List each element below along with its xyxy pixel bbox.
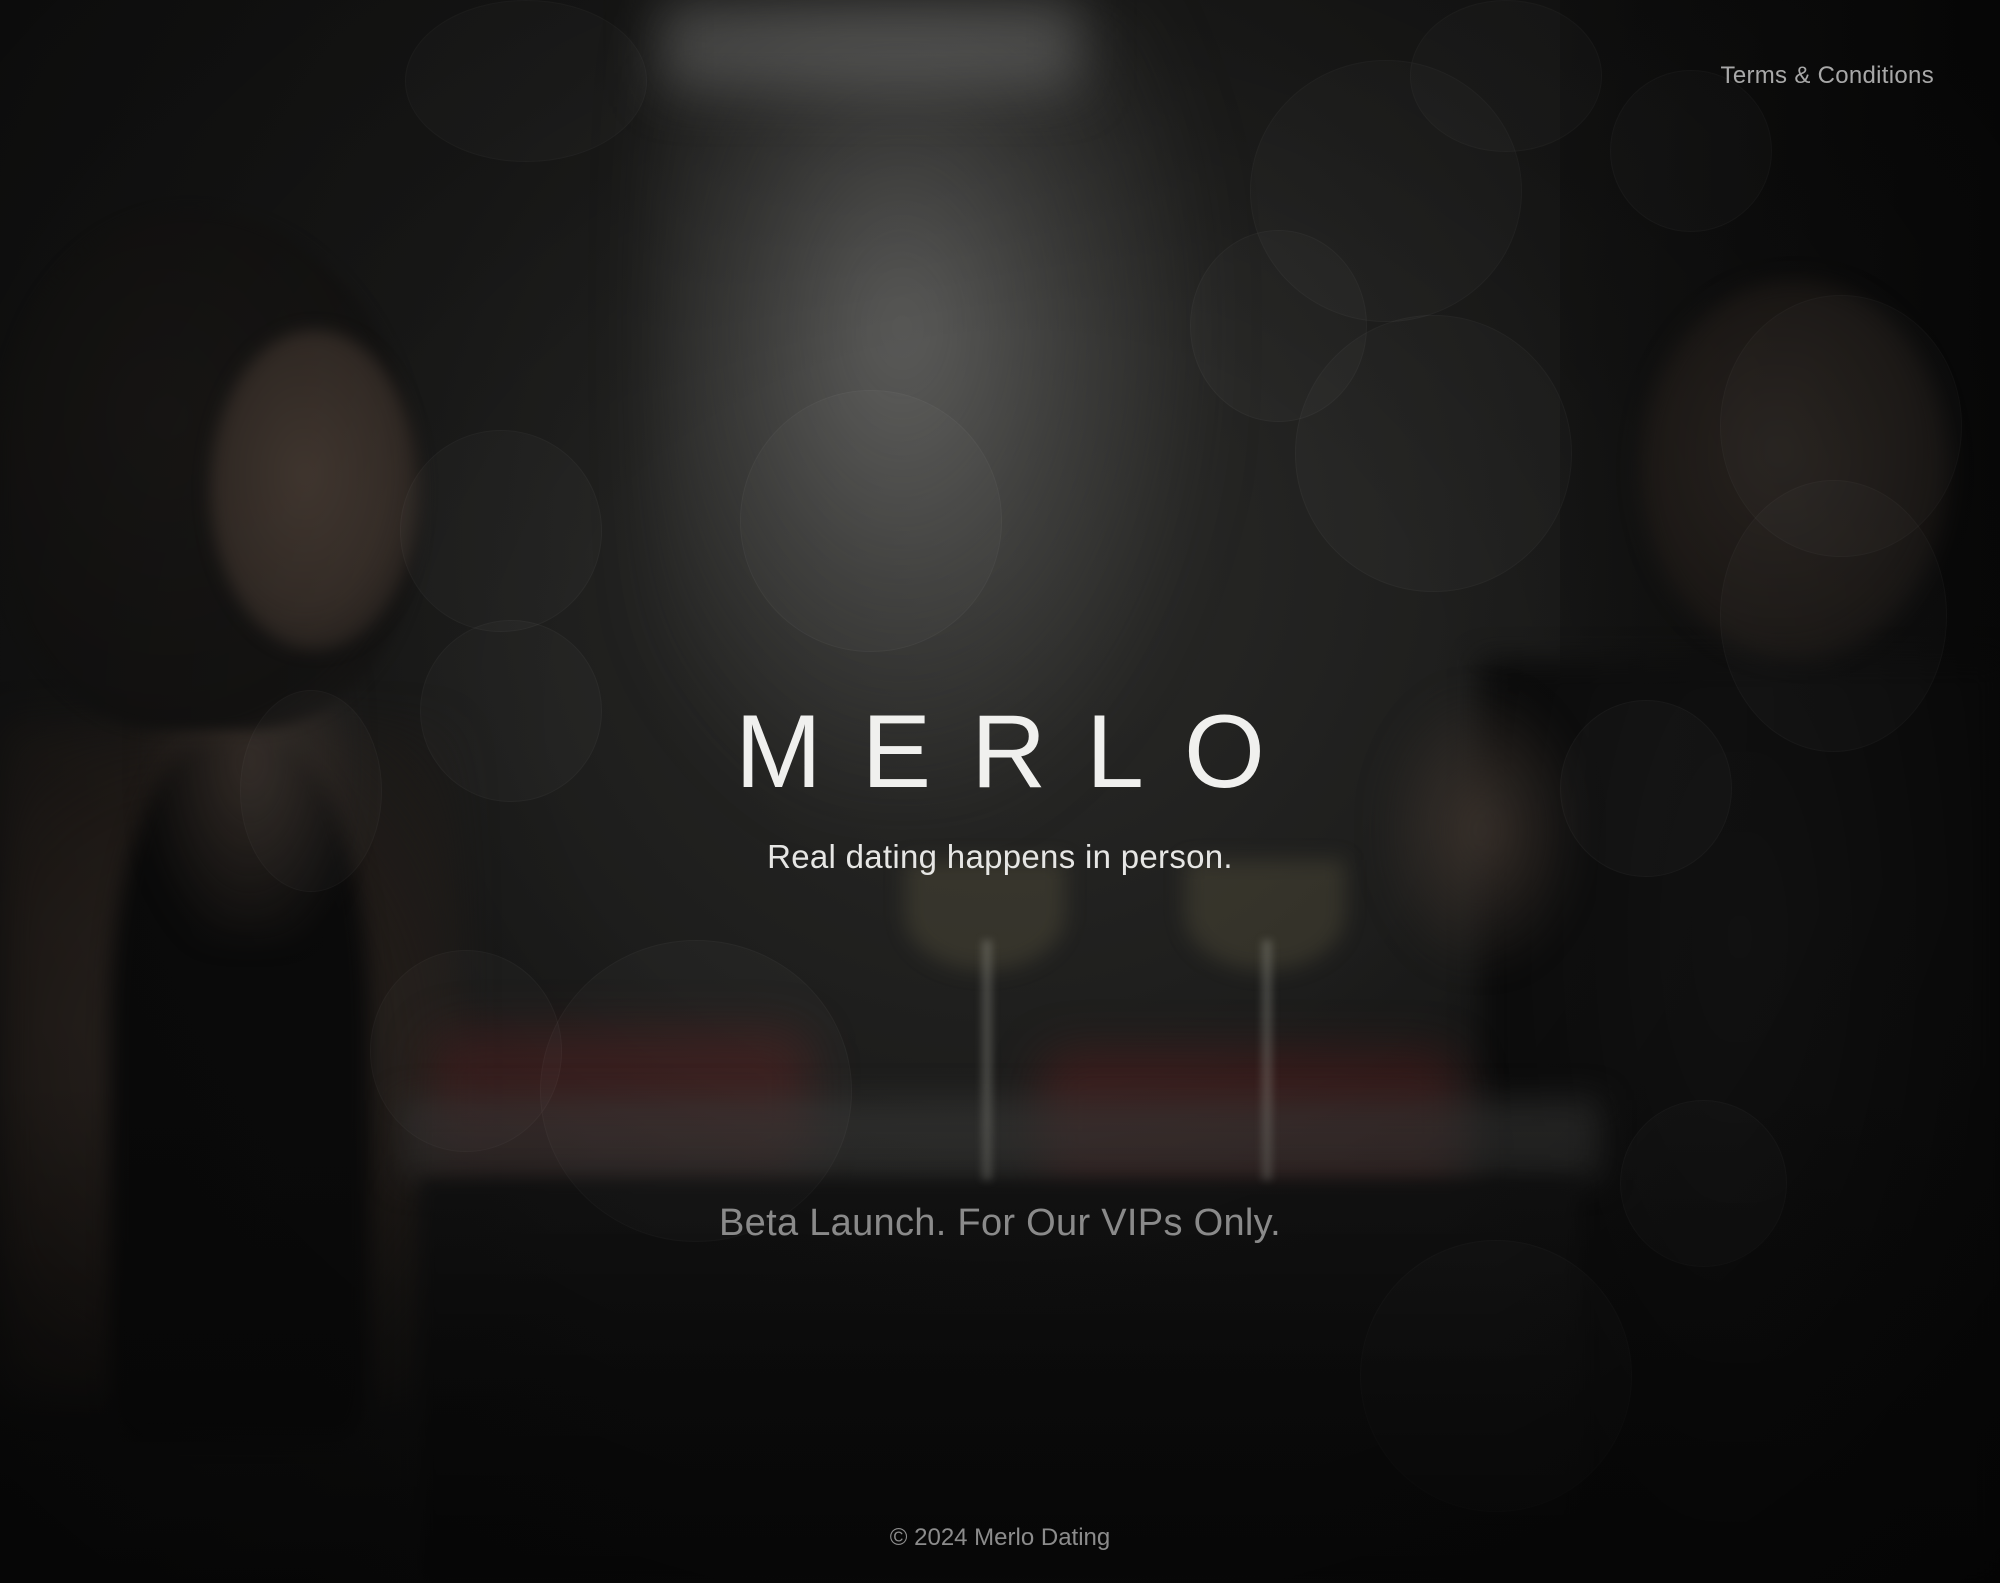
merlo-logo: MERLO [735, 694, 1305, 810]
beta-announcement: Beta Launch. For Our VIPs Only. [719, 1202, 1281, 1244]
footer-copyright: © 2024 Merlo Dating [889, 1524, 1111, 1551]
terms-and-conditions-link[interactable]: Terms & Conditions [1721, 62, 1934, 90]
landing-page: Terms & Conditions MERLO Real dating hap… [0, 0, 2000, 1583]
tagline: Real dating happens in person. [767, 838, 1233, 875]
hero: MERLO Real dating happens in person. [0, 700, 2000, 876]
